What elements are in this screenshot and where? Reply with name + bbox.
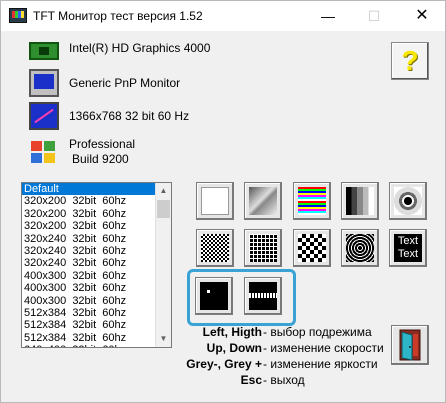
mode-list-item[interactable]: 320x240 32bit 60hz <box>22 245 156 257</box>
monitor-icon <box>29 69 59 97</box>
exit-door-icon <box>399 329 421 361</box>
test-text-button[interactable]: Text Text <box>389 229 427 267</box>
test-concentric-button[interactable] <box>341 229 379 267</box>
key-name: Up, Down <box>206 341 262 355</box>
key-name: Esc <box>240 373 262 387</box>
os-build: Build 9200 <box>72 152 129 166</box>
mode-list-item[interactable]: 512x384 32bit 60hz <box>22 319 156 331</box>
mode-list-item[interactable]: Default <box>22 183 156 196</box>
mode-list-item[interactable]: 320x200 32bit 60hz <box>22 208 156 220</box>
test-checker-large-button[interactable] <box>293 229 331 267</box>
key-description: - изменение яркости <box>263 357 378 371</box>
key-description: - выбор подрежима <box>263 325 372 339</box>
key-name: Left, Higth <box>202 325 262 339</box>
windows-logo-icon <box>29 138 59 166</box>
test-circle-button[interactable] <box>389 182 427 220</box>
concentric-circles-icon <box>346 234 374 262</box>
gray-bars-icon <box>346 187 374 215</box>
monitor-label: Generic PnP Monitor <box>69 75 181 90</box>
graphics-label: Intel(R) HD Graphics 4000 <box>69 41 211 55</box>
mode-list-item[interactable]: 320x200 32bit 60hz <box>22 195 156 207</box>
scroll-up-arrow-icon[interactable]: ▲ <box>156 183 171 199</box>
graphics-card-icon <box>29 42 59 60</box>
os-edition: Professional <box>69 137 136 151</box>
color-bars-icon <box>298 187 326 215</box>
scroll-thumb[interactable] <box>157 200 170 218</box>
checkerboard-fine-icon <box>201 234 229 262</box>
minimize-button[interactable]: — <box>305 1 351 31</box>
key-description: - выход <box>263 373 305 387</box>
grid-icon <box>249 234 277 262</box>
key-name: Grey-, Grey + <box>186 357 262 371</box>
key-row: Up, Down - изменение скорости <box>181 341 384 356</box>
maximize-button[interactable]: ☐ <box>351 1 397 31</box>
selection-highlight <box>187 269 296 326</box>
white-screen-icon <box>201 187 229 215</box>
text-line-2: Text <box>397 248 419 260</box>
app-window: TFT Монитор тест версия 1.52 — ☐ ✕ Intel… <box>0 0 446 403</box>
mode-list-item[interactable]: 320x240 32bit 60hz <box>22 257 156 269</box>
display-mode-list[interactable]: Default 320x200 32bit 60hz 320x200 32bit 6… <box>21 182 172 348</box>
test-colorbars-button[interactable] <box>293 182 331 220</box>
app-icon <box>9 8 27 23</box>
test-white-button[interactable] <box>196 182 234 220</box>
test-gradient-button[interactable] <box>244 182 282 220</box>
monitor-info: Generic PnP Monitor <box>29 69 180 97</box>
mode-list-item[interactable]: 400x300 32bit 60hz <box>22 270 156 282</box>
mode-list-item[interactable]: 320x200 32bit 60hz <box>22 220 156 232</box>
gradient-icon <box>249 187 277 215</box>
resolution-icon <box>29 102 59 130</box>
help-button[interactable]: ? <box>391 42 429 80</box>
resolution-label: 1366x768 32 bit 60 Hz <box>69 108 190 123</box>
mode-list-item[interactable]: 512x384 32bit 60hz <box>22 332 156 344</box>
mode-list-item[interactable]: 512x384 32bit 60hz <box>22 307 156 319</box>
window-title: TFT Монитор тест версия 1.52 <box>33 9 203 23</box>
test-grid-button[interactable] <box>244 229 282 267</box>
checkerboard-large-icon <box>298 234 326 262</box>
exit-button[interactable] <box>391 325 429 365</box>
text-line-1: Text <box>397 235 419 247</box>
os-label: Professional Build 9200 <box>69 137 135 167</box>
test-checker-fine-button[interactable] <box>196 229 234 267</box>
mode-list-item[interactable]: 640x400 32bit 60hz <box>22 344 156 347</box>
text-pattern-icon: Text Text <box>394 234 422 262</box>
scroll-down-arrow-icon[interactable]: ▼ <box>156 331 171 347</box>
resolution-info: 1366x768 32 bit 60 Hz <box>29 102 189 130</box>
mode-items: Default 320x200 32bit 60hz 320x200 32bit 6… <box>22 183 156 347</box>
mode-list-item[interactable]: 400x300 32bit 60hz <box>22 295 156 307</box>
title-bar[interactable]: TFT Монитор тест версия 1.52 — ☐ ✕ <box>1 1 445 31</box>
mode-list-item[interactable]: 400x300 32bit 60hz <box>22 282 156 294</box>
key-row: Grey-, Grey + - изменение яркости <box>181 357 381 372</box>
circle-icon <box>394 187 422 215</box>
close-button[interactable]: ✕ <box>399 1 445 31</box>
os-info: Professional Build 9200 <box>29 137 135 167</box>
mode-list-item[interactable]: 320x240 32bit 60hz <box>22 233 156 245</box>
key-description: - изменение скорости <box>263 341 384 355</box>
key-row: Esc - выход <box>181 373 381 388</box>
key-row: Left, Higth - выбор подрежима <box>181 325 381 340</box>
list-scrollbar[interactable]: ▲ ▼ <box>155 183 171 347</box>
test-graybars-button[interactable] <box>341 182 379 220</box>
graphics-info: Intel(R) HD Graphics 4000 <box>29 37 210 60</box>
